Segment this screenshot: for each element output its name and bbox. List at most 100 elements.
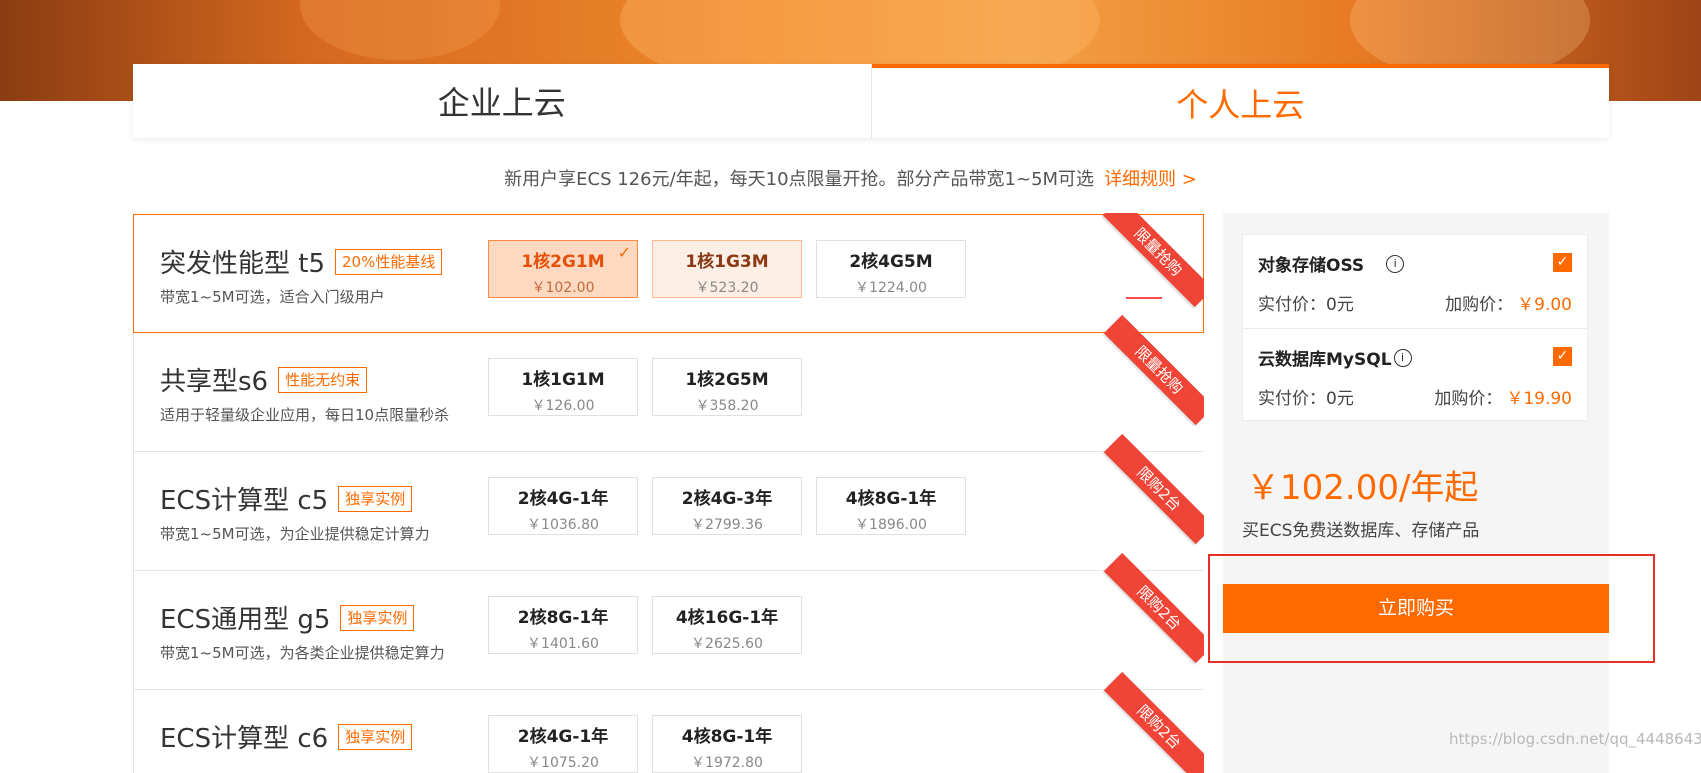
spec-price: ￥523.20	[695, 280, 759, 296]
addon-mysql: 云数据库MySQL i ✓ 实付价：0元 加购价： ￥19.90	[1243, 328, 1587, 421]
product-row-g5[interactable]: ECS通用型 g5 独享实例 带宽1~5M可选，为各类企业提供稳定算力 2核8G-…	[133, 552, 1204, 690]
product-badge: 20%性能基线	[335, 248, 443, 275]
ribbon-corner: 限购2台	[1103, 552, 1204, 664]
product-row-t5[interactable]: 突发性能型 t5 20%性能基线 带宽1~5M可选，适合入门级用户 1核2G1M ￥…	[133, 213, 1204, 333]
spec-name: 2核8G-1年	[517, 608, 609, 628]
addon-name-text: 云数据库MySQL	[1258, 350, 1392, 370]
spec-price: ￥126.00	[531, 398, 595, 414]
limited-ribbon: 限量抢购	[1102, 213, 1204, 308]
plus-label: 加购价：	[1445, 295, 1514, 315]
addon-name: 对象存储OSS i	[1258, 251, 1405, 276]
banner-decoration	[300, 0, 500, 60]
product-row-s6[interactable]: 共享型s6 性能无约束 适用于轻量级企业应用，每日10点限量秒杀 1核1G1M ￥1…	[133, 314, 1204, 452]
product-title: ECS计算型 c6 独享实例	[160, 718, 413, 755]
spec-price: ￥1224.00	[855, 280, 927, 296]
price-subtitle: 买ECS免费送数据库、存储产品	[1242, 521, 1480, 541]
plus-value: ￥19.90	[1506, 389, 1572, 409]
spec-option[interactable]: 2核4G-1年 ￥1036.80	[488, 477, 638, 535]
product-badge: 独享实例	[340, 604, 415, 631]
spec-price: ￥1075.20	[527, 755, 599, 771]
spec-price: ￥1896.00	[855, 517, 927, 533]
spec-option[interactable]: 2核4G-1年 ￥1075.20	[488, 715, 638, 773]
tab-bar: 企业上云 个人上云	[133, 64, 1609, 138]
product-name: ECS计算型 c5	[160, 486, 329, 516]
tab-personal-cloud[interactable]: 个人上云	[871, 64, 1609, 138]
limited-ribbon: 限购2台	[1103, 552, 1204, 664]
info-icon[interactable]: i	[1386, 254, 1405, 273]
spec-options: 1核2G1M ￥102.00 ✓ 1核1G3M ￥523.20 2核4G5M ￥1224…	[488, 240, 980, 298]
product-badge: 独享实例	[338, 485, 413, 512]
spec-option[interactable]: 1核2G1M ￥102.00 ✓	[488, 240, 638, 298]
spec-name: 2核4G-3年	[681, 489, 773, 509]
addon-actual-price: 实付价：0元	[1258, 295, 1354, 315]
spec-options: 2核4G-1年 ￥1036.80 2核4G-3年 ￥2799.36 4核8G-1年 ￥…	[488, 477, 980, 535]
spec-price: ￥1401.60	[527, 636, 599, 652]
addon-checkbox[interactable]: ✓	[1553, 253, 1572, 272]
watermark: https://blog.csdn.net/qq_44486439	[1449, 730, 1701, 748]
spec-price: ￥1972.80	[691, 755, 763, 771]
limited-ribbon: 限量抢购	[1103, 314, 1204, 426]
spec-name: 1核1G3M	[685, 252, 769, 272]
spec-name: 2核4G5M	[849, 252, 933, 272]
spec-option[interactable]: 2核4G-3年 ￥2799.36	[652, 477, 802, 535]
spec-option[interactable]: 1核1G3M ￥523.20	[652, 240, 802, 298]
addon-plus-price: 加购价： ￥9.00	[1445, 290, 1572, 315]
annotation-highlight-box	[1208, 554, 1655, 663]
limited-ribbon: 限购2台	[1103, 671, 1204, 773]
ribbon-corner: 限购2台	[1103, 671, 1204, 773]
spec-price: ￥2799.36	[691, 517, 763, 533]
tab-enterprise-cloud[interactable]: 企业上云	[133, 64, 872, 138]
limited-ribbon: 限购2台	[1103, 433, 1204, 545]
spec-option[interactable]: 4核16G-1年 ￥2625.60	[652, 596, 802, 654]
spec-name: 4核8G-1年	[845, 489, 937, 509]
product-badge: 独享实例	[338, 723, 413, 750]
spec-price: ￥2625.60	[691, 636, 763, 652]
product-name: 突发性能型 t5	[160, 249, 326, 279]
rules-link[interactable]: 详细规则 >	[1104, 169, 1197, 190]
addon-list: 对象存储OSS i ✓ 实付价：0元 加购价： ￥9.00 云数据库MySQL i ✓…	[1242, 234, 1588, 421]
plus-value: ￥9.00	[1517, 295, 1572, 315]
spec-name: 1核1G1M	[521, 370, 605, 390]
product-title: 共享型s6 性能无约束	[160, 361, 368, 398]
spec-name: 2核4G-1年	[517, 489, 609, 509]
addon-checkbox[interactable]: ✓	[1553, 347, 1572, 366]
product-desc: 带宽1~5M可选，适合入门级用户	[160, 288, 385, 306]
spec-price: ￥102.00	[531, 280, 595, 296]
spec-price: ￥358.20	[695, 398, 759, 414]
info-icon[interactable]: i	[1393, 348, 1412, 367]
spec-name: 4核8G-1年	[681, 727, 773, 747]
product-title: 突发性能型 t5 20%性能基线	[160, 243, 443, 280]
promo-notice: 新用户享ECS 126元/年起，每天10点限量开抢。部分产品带宽1~5M可选 详细…	[0, 165, 1701, 191]
spec-option[interactable]: 4核8G-1年 ￥1972.80	[652, 715, 802, 773]
spec-name: 2核4G-1年	[517, 727, 609, 747]
notice-text: 新用户享ECS 126元/年起，每天10点限量开抢。部分产品带宽1~5M可选	[504, 169, 1095, 190]
spec-options: 2核8G-1年 ￥1401.60 4核16G-1年 ￥2625.60	[488, 596, 816, 654]
spec-option[interactable]: 1核2G5M ￥358.20	[652, 358, 802, 416]
addon-actual-price: 实付价：0元	[1258, 389, 1354, 409]
spec-name: 1核2G1M	[521, 252, 605, 272]
addon-name-text: 对象存储OSS	[1258, 256, 1365, 276]
product-title: ECS计算型 c5 独享实例	[160, 480, 413, 517]
product-list: 突发性能型 t5 20%性能基线 带宽1~5M可选，适合入门级用户 1核2G1M ￥…	[133, 213, 1204, 773]
spec-options: 1核1G1M ￥126.00 1核2G5M ￥358.20	[488, 358, 816, 416]
check-icon: ✓	[617, 243, 631, 262]
spec-option[interactable]: 1核1G1M ￥126.00	[488, 358, 638, 416]
spec-option[interactable]: 2核8G-1年 ￥1401.60	[488, 596, 638, 654]
product-row-c5[interactable]: ECS计算型 c5 独享实例 带宽1~5M可选，为企业提供稳定计算力 2核4G-1…	[133, 433, 1204, 571]
spec-option[interactable]: 4核8G-1年 ￥1896.00	[816, 477, 966, 535]
product-row-c6[interactable]: ECS计算型 c6 独享实例 2核4G-1年 ￥1075.20 4核8G-1年 ￥19…	[133, 671, 1204, 773]
product-name: 共享型s6	[160, 367, 269, 397]
spec-options: 2核4G-1年 ￥1075.20 4核8G-1年 ￥1972.80	[488, 715, 816, 773]
product-desc: 带宽1~5M可选，为企业提供稳定计算力	[160, 525, 430, 543]
addon-oss: 对象存储OSS i ✓ 实付价：0元 加购价： ￥9.00	[1243, 235, 1587, 328]
ribbon-corner: 限购2台	[1103, 433, 1204, 545]
product-desc: 带宽1~5M可选，为各类企业提供稳定算力	[160, 644, 445, 662]
product-badge: 性能无约束	[278, 366, 368, 393]
spec-option[interactable]: 2核4G5M ￥1224.00	[816, 240, 966, 298]
product-name: ECS计算型 c6	[160, 724, 329, 754]
spec-name: 4核16G-1年	[675, 608, 779, 628]
addon-name: 云数据库MySQL i	[1258, 345, 1412, 370]
ribbon-corner: 限量抢购	[1103, 314, 1204, 426]
spec-name: 1核2G5M	[685, 370, 769, 390]
plus-label: 加购价：	[1434, 389, 1503, 409]
